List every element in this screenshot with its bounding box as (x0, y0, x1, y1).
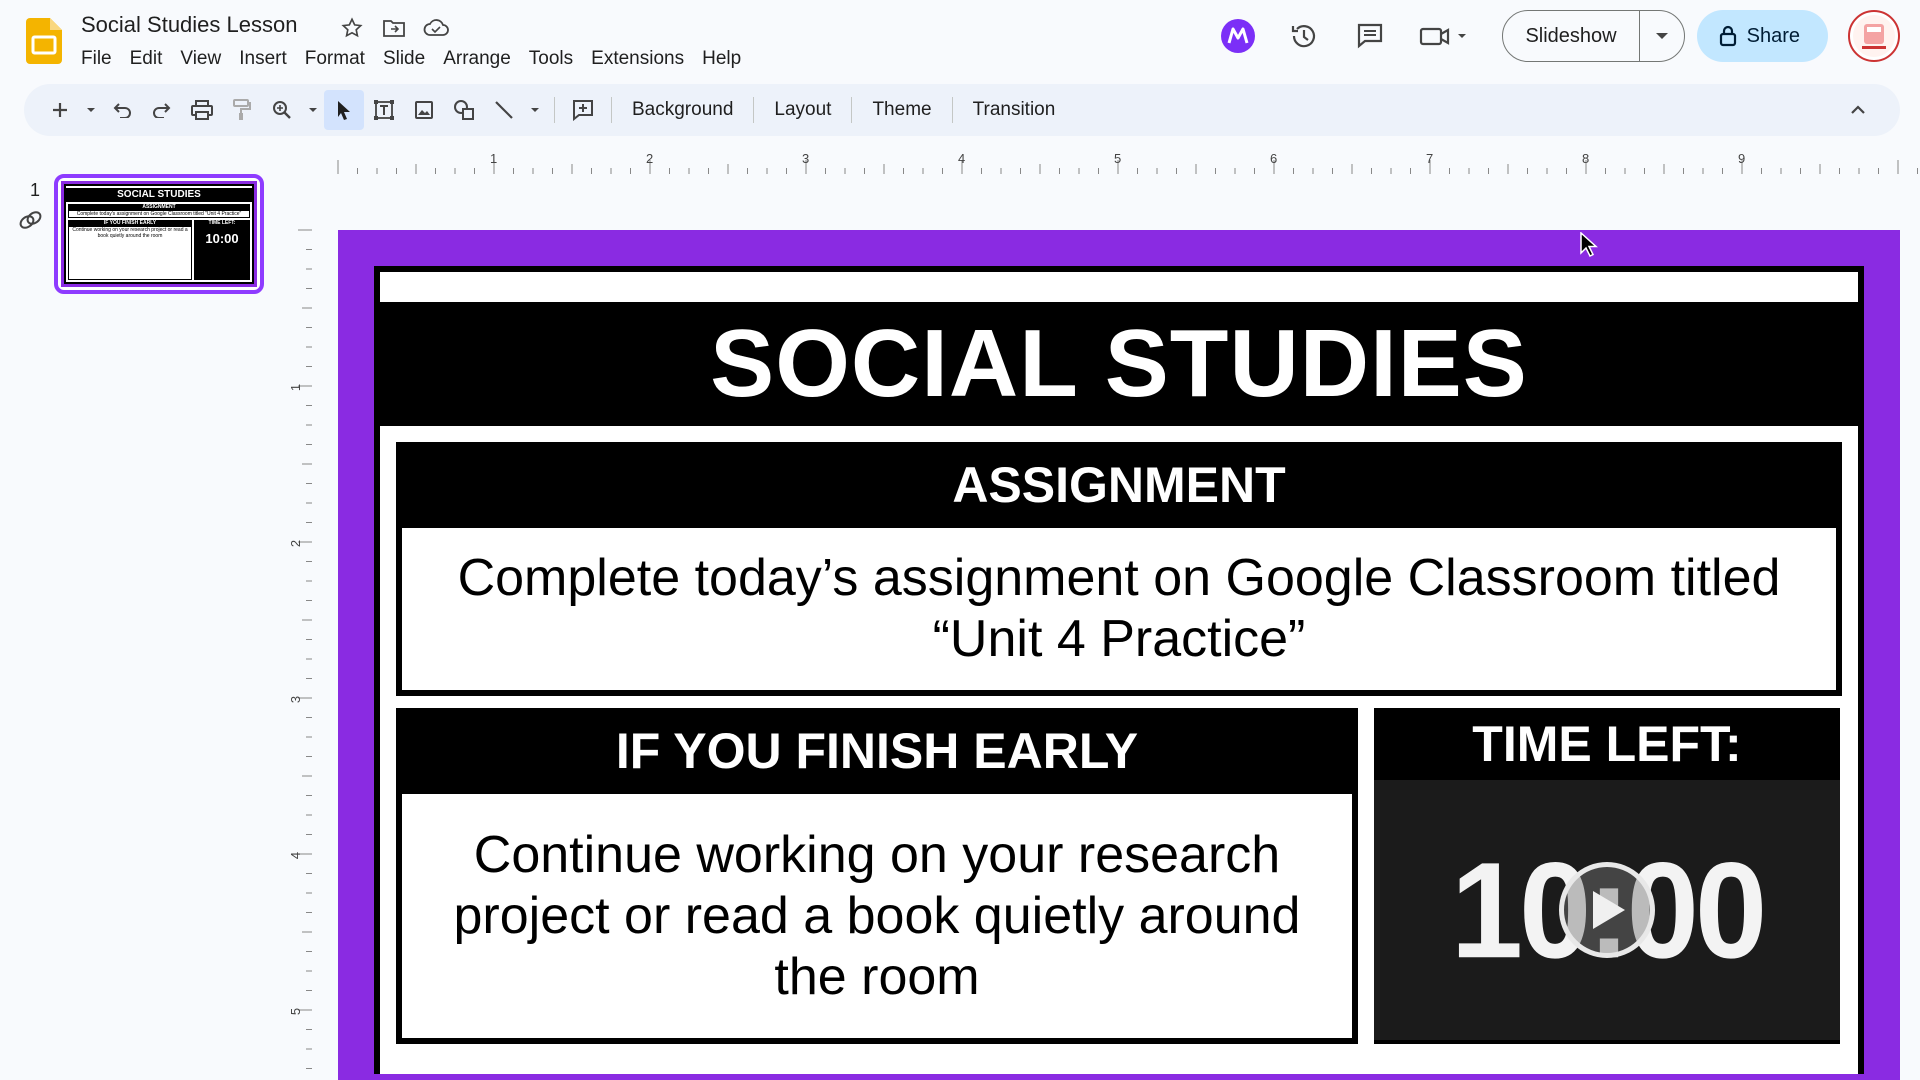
menu-slide[interactable]: Slide (374, 46, 434, 72)
version-history-icon[interactable] (1280, 12, 1328, 60)
menu-help[interactable]: Help (693, 46, 750, 72)
thumb-time-value: 10:00 (205, 231, 239, 246)
ruler-label-h1: 1 (490, 151, 498, 166)
ruler-label-v3: 3 (288, 695, 304, 704)
ruler-label-v5: 5 (288, 1007, 304, 1016)
collapse-menus-chevron-up-icon[interactable] (1840, 92, 1876, 128)
finish-early-box[interactable]: IF YOU FINISH EARLY Continue working on … (396, 708, 1358, 1044)
ruler-label-h3: 3 (802, 151, 810, 166)
slide-frame: SOCIAL STUDIES ASSIGNMENT Complete today… (374, 266, 1864, 1074)
toolbar-divider (951, 97, 953, 123)
ruler-label-v1: 1 (288, 383, 304, 392)
menu-extensions[interactable]: Extensions (582, 46, 693, 72)
zoom-chevron-down-icon[interactable] (302, 90, 324, 130)
theme-button[interactable]: Theme (860, 99, 943, 121)
vertical-ruler[interactable] (288, 200, 312, 1080)
new-slide-chevron-down-icon[interactable] (80, 90, 102, 130)
menu-file[interactable]: File (72, 46, 121, 72)
slide-title[interactable]: SOCIAL STUDIES (380, 302, 1858, 426)
thumb-finish-head: IF YOU FINISH EARLY (103, 220, 157, 226)
toolbar-divider (554, 97, 555, 123)
meet-video-icon[interactable] (1412, 12, 1476, 60)
lock-icon (1719, 25, 1736, 47)
finish-early-heading[interactable]: IF YOU FINISH EARLY (402, 708, 1352, 794)
slides-logo-icon[interactable] (26, 18, 62, 64)
thumb-assignment-text: Complete today's assignment on Google Cl… (69, 211, 249, 217)
line-icon[interactable] (484, 90, 524, 130)
ruler-label-v4: 4 (288, 851, 304, 860)
google-slides-app: Social Studies Lesson File Edit View Ins… (0, 0, 1920, 1080)
print-icon[interactable] (182, 90, 222, 130)
menu-insert[interactable]: Insert (230, 46, 296, 72)
paint-format-icon[interactable] (222, 90, 262, 130)
cloud-saved-icon[interactable] (422, 14, 450, 42)
menu-bar: File Edit View Insert Format Slide Arran… (72, 46, 750, 72)
background-button[interactable]: Background (620, 99, 745, 121)
ruler-label-v2: 2 (288, 539, 304, 548)
thumb-title: SOCIAL STUDIES (117, 189, 201, 200)
new-slide-plus-icon[interactable] (40, 90, 80, 130)
avatar[interactable] (1848, 10, 1900, 62)
toolbar: Background Layout Theme Transition (24, 84, 1900, 136)
top-white-strip[interactable] (380, 272, 1858, 302)
menu-format[interactable]: Format (296, 46, 374, 72)
slideshow-button-group: Slideshow (1502, 10, 1685, 62)
zoom-icon[interactable] (262, 90, 302, 130)
comments-icon[interactable] (1346, 12, 1394, 60)
document-title[interactable]: Social Studies Lesson (81, 12, 297, 38)
menu-edit[interactable]: Edit (121, 46, 172, 72)
add-comment-icon[interactable] (563, 90, 603, 130)
move-to-folder-icon[interactable] (380, 14, 408, 42)
assignment-heading[interactable]: ASSIGNMENT (402, 442, 1836, 528)
redo-icon[interactable] (142, 90, 182, 130)
assignment-text[interactable]: Complete today’s assignment on Google Cl… (402, 528, 1836, 690)
time-left-box[interactable]: TIME LEFT: 10:00 (1374, 708, 1840, 1044)
mouse-pointer-icon (1580, 232, 1598, 258)
line-chevron-down-icon[interactable] (524, 90, 546, 130)
star-icon[interactable] (338, 14, 366, 42)
slide-thumbnail-1[interactable]: SOCIAL STUDIES ASSIGNMENT Complete today… (54, 174, 264, 294)
thumb-finish-text: Continue working on your research projec… (69, 227, 191, 279)
text-box-icon[interactable] (364, 90, 404, 130)
ruler-label-h2: 2 (646, 151, 654, 166)
toolbar-divider (753, 97, 755, 123)
shape-icon[interactable] (444, 90, 484, 130)
ruler-label-h4: 4 (958, 151, 966, 166)
ruler-label-h9: 9 (1738, 151, 1746, 166)
menu-tools[interactable]: Tools (520, 46, 582, 72)
toolbar-divider (851, 97, 853, 123)
slideshow-options-chevron-down-icon[interactable] (1640, 11, 1684, 61)
time-left-heading[interactable]: TIME LEFT: (1374, 708, 1840, 780)
play-icon[interactable] (1559, 862, 1655, 958)
share-label: Share (1746, 24, 1800, 47)
slide-number: 1 (30, 180, 41, 200)
assignment-box[interactable]: ASSIGNMENT Complete today’s assignment o… (396, 442, 1842, 696)
select-cursor-icon[interactable] (324, 90, 364, 130)
finish-early-text[interactable]: Continue working on your research projec… (402, 794, 1352, 1038)
slideshow-button[interactable]: Slideshow (1503, 11, 1640, 61)
share-button[interactable]: Share (1696, 10, 1828, 62)
undo-icon[interactable] (102, 90, 142, 130)
ruler-label-h6: 6 (1270, 151, 1278, 166)
linked-object-icon[interactable] (18, 208, 44, 232)
slide-body: ASSIGNMENT Complete today’s assignment o… (380, 426, 1858, 1074)
addon-m-icon[interactable] (1214, 12, 1262, 60)
menu-arrange[interactable]: Arrange (434, 46, 520, 72)
menu-view[interactable]: View (171, 46, 230, 72)
image-icon[interactable] (404, 90, 444, 130)
timer-video[interactable]: 10:00 (1374, 780, 1840, 1040)
ruler-label-h7: 7 (1426, 151, 1434, 166)
slide-canvas[interactable]: SOCIAL STUDIES ASSIGNMENT Complete today… (338, 230, 1900, 1080)
thumb-assignment-head: ASSIGNMENT (142, 204, 176, 210)
layout-button[interactable]: Layout (762, 99, 843, 121)
toolbar-divider (611, 97, 612, 123)
ruler-label-h8: 8 (1582, 151, 1590, 166)
transition-button[interactable]: Transition (961, 99, 1068, 121)
ruler-label-h5: 5 (1114, 151, 1122, 166)
thumb-time-head: TIME LEFT: (208, 220, 236, 226)
